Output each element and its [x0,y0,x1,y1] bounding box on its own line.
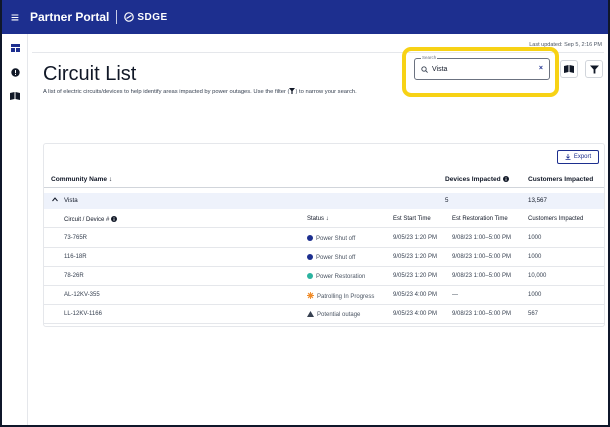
collapse-chevron-icon[interactable] [52,197,58,204]
header-customers-impacted: Customers Impacted [528,176,594,183]
header-devices-label: Devices Impacted [445,176,501,183]
sidebar-item-dashboard[interactable] [2,38,28,58]
customers-impacted: 1000 [528,254,542,260]
subheader-start: Est Start Time [393,216,431,222]
brand-logo: SDGE [124,12,167,23]
page-title: Circuit List [43,63,137,85]
status-text: Power Shut off [316,255,356,261]
circuit-id: AL-12KV-355 [64,292,100,298]
app-frame: ≡ Partner Portal SDGE Last updated: Sep … [0,0,610,427]
page-description-end: ) to narrow your search. [295,89,357,95]
restoration-time: 9/08/23 1:00–5:00 PM [452,235,512,241]
filter-icon [589,65,599,73]
start-time: 9/05/23 1:20 PM [393,273,438,279]
top-bar: ≡ Partner Portal SDGE [2,0,608,34]
circuit-id: 73-765R [64,235,88,241]
table-row[interactable]: 73-765R Power Shut off 9/05/23 1:20 PM 9… [44,229,604,248]
map-icon [564,65,574,73]
customers-impacted: 10,000 [528,273,547,279]
map-view-button[interactable] [560,60,578,78]
hamburger-menu-icon[interactable]: ≡ [2,9,28,25]
start-time: 9/05/23 4:00 PM [393,292,438,298]
info-icon[interactable] [111,216,118,222]
app-title: Partner Portal [30,10,110,24]
customers-impacted: 1000 [528,292,542,298]
subheader-circuit-label: Circuit / Device # [64,217,110,223]
brand-name: SDGE [137,11,168,23]
status-cell: Power Restoration [307,273,365,280]
header-community-name[interactable]: Community Name ↓ [51,176,112,183]
status-cell: Potential outage [307,311,360,318]
status-text: Patrolling In Progress [317,294,375,300]
status-text: Power Restoration [316,274,366,280]
download-icon [565,154,571,160]
restoration-time: 9/08/23 1:00–5:00 PM [452,311,512,317]
group-customers: 13,567 [528,197,547,204]
status-cell: Patrolling In Progress [307,292,374,300]
restoration-time: 9/08/23 1:00–5:00 PM [452,254,512,260]
status-text: Power Shut off [316,236,356,242]
table-row[interactable]: LL-12KV-1166 Potential outage 9/05/23 4:… [44,305,604,324]
sidebar [2,34,28,425]
status-cell: Power Shut off [307,254,355,261]
table-row[interactable]: 78-26R Power Restoration 9/05/23 1:20 PM… [44,267,604,286]
circuit-id: 78-26R [64,273,84,279]
subheader-circuit: Circuit / Device # [64,216,118,223]
group-row-vista[interactable]: Vista 5 13,567 [44,193,604,209]
export-button[interactable]: Export [557,150,599,164]
info-icon[interactable] [502,176,509,182]
subheader-status[interactable]: Status ↓ [307,216,329,222]
start-time: 9/05/23 4:00 PM [393,311,438,317]
export-label: Export [573,154,592,160]
power-shut-off-icon [307,235,313,241]
circuit-id: 116-18R [64,254,87,260]
patrolling-icon [307,292,314,299]
brand-swirl-icon [124,12,135,22]
status-cell: Power Shut off [307,235,355,242]
group-name: Vista [64,197,78,204]
customers-impacted: 1000 [528,235,542,241]
customers-impacted: 567 [528,311,539,317]
page-description-start: A list of electric circuits/devices to h… [43,89,290,95]
sidebar-item-map-book[interactable] [2,86,28,106]
subheader-restoration: Est Restoration Time [452,216,508,222]
table-row[interactable]: AL-12KV-355 Patrolling In Progress 9/05/… [44,286,604,305]
map-book-icon [10,92,20,100]
dashboard-icon [10,44,20,52]
title-divider [116,10,118,24]
filter-button[interactable] [585,60,603,78]
subheader-customers: Customers Impacted [528,216,584,222]
group-devices: 5 [445,197,449,204]
power-shut-off-icon [307,254,313,260]
chevron-up-icon [52,197,58,202]
search-input[interactable]: Search Vista × [414,55,550,80]
status-text: Potential outage [317,312,361,318]
circuit-table-card: Export Community Name ↓ Devices Impacted… [43,143,605,327]
header-devices-impacted: Devices Impacted [445,176,509,183]
clear-search-icon[interactable]: × [539,65,543,72]
search-label: Search [421,55,438,60]
page-description: A list of electric circuits/devices to h… [43,88,373,97]
restoration-time: — [452,292,458,298]
start-time: 9/05/23 1:20 PM [393,235,438,241]
circuit-id: LL-12KV-1166 [64,311,102,317]
table-header: Community Name ↓ Devices Impacted Custom… [44,172,604,188]
main-content: Last updated: Sep 5, 2:16 PM Circuit Lis… [28,34,608,425]
search-value: Vista [432,65,448,73]
sidebar-item-alerts[interactable] [2,62,28,82]
power-restoration-icon [307,273,313,279]
restoration-time: 9/08/23 1:00–5:00 PM [452,273,512,279]
alert-icon [10,67,20,77]
table-row[interactable]: 116-18R Power Shut off 9/05/23 1:20 PM 9… [44,248,604,267]
warning-triangle-icon [307,311,314,317]
sub-table-header: Circuit / Device # Status ↓ Est Start Ti… [44,212,604,228]
search-icon [421,65,428,73]
start-time: 9/05/23 1:20 PM [393,254,438,260]
